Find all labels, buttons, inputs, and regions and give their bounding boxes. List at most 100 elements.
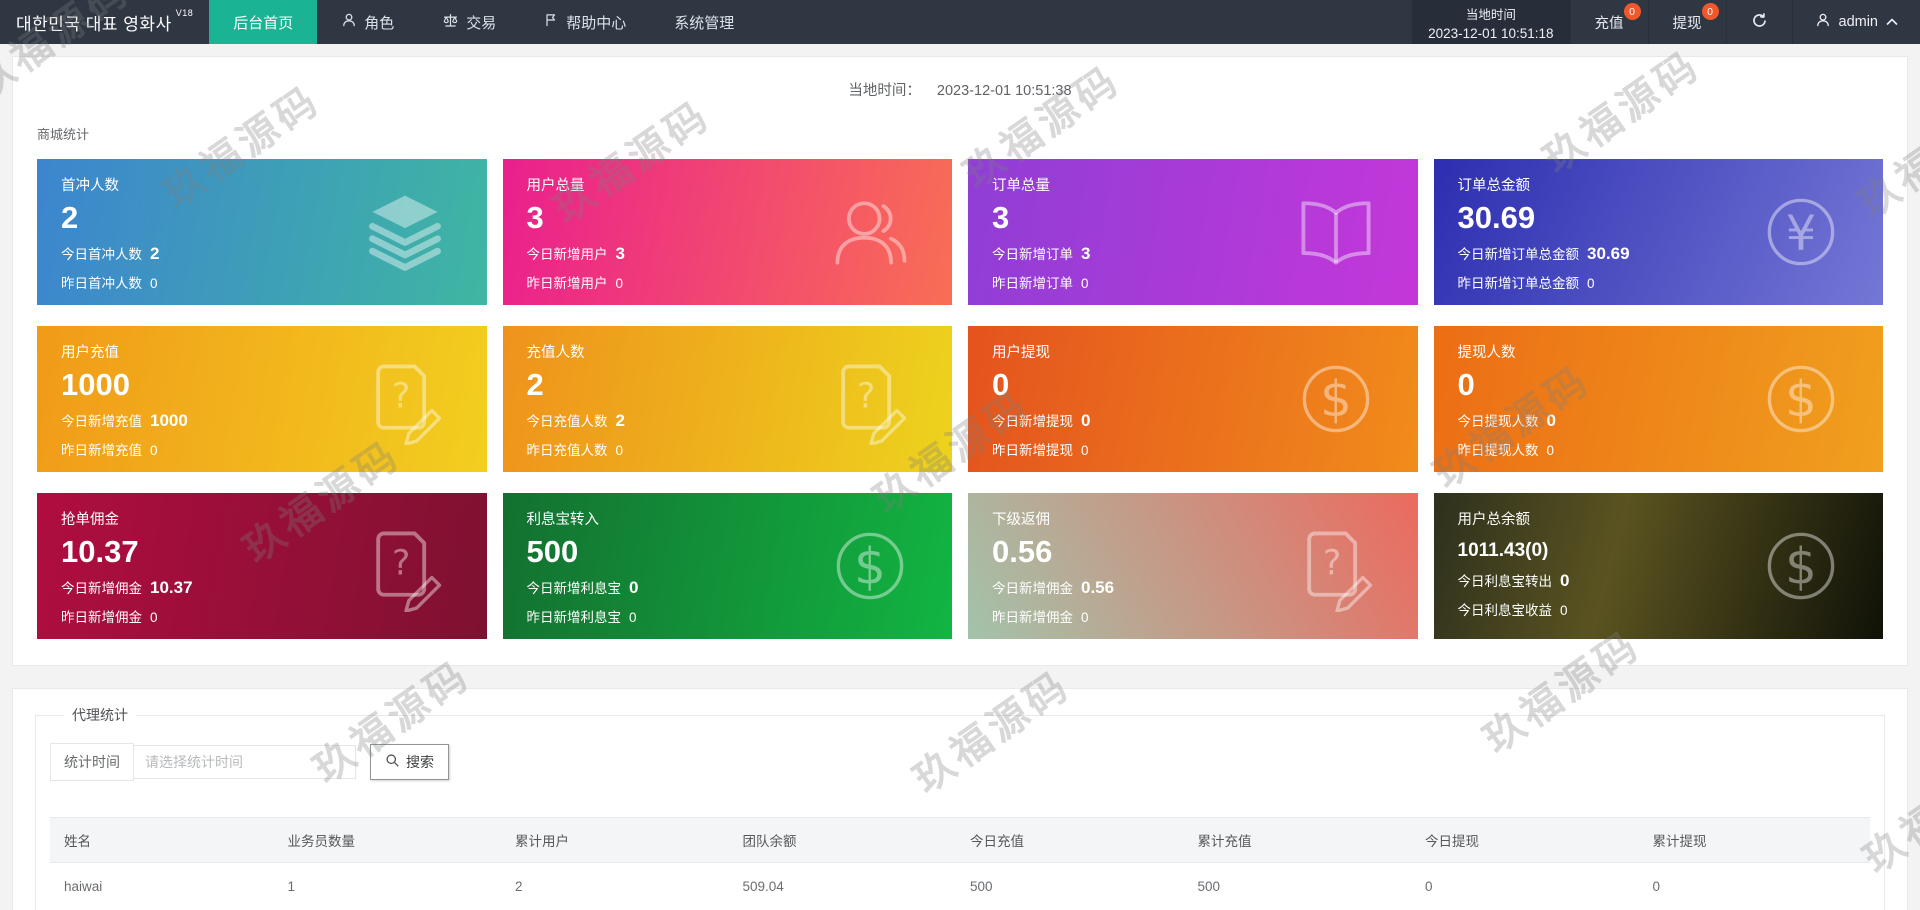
stat-card-total-order-amount: 订单总金额 30.69 今日新增订单总金额 30.69 昨日新增订单总金额 0 ¥ [1433,159,1883,305]
search-button[interactable]: 搜索 [370,744,449,780]
card-line-value: 0 [615,276,624,292]
card-line-value: 0 [629,578,639,598]
stat-card-interest-transfer-in: 利息宝转入 500 今日新增利息宝 0 昨日新增利息宝 0 $ [502,493,952,639]
dollar-circle-icon: $ [1767,365,1835,433]
topbar: 대한민국 대표 영화사 V18 后台首页 角色 交易 帮助中心 系统管理 当地时… [0,0,1920,44]
local-time-line: 当地时间： 2023-12-01 10:51:38 [37,73,1883,102]
stat-card-order-commission: 抢单佣金 10.37 今日新增佣金 10.37 昨日新增佣金 0 ? [37,493,487,639]
search-button-label: 搜索 [406,754,434,770]
card-line-label: 昨日新增订单 [992,276,1073,292]
table-header-row: 姓名 业务员数量 累计用户 团队余额 今日充值 累计充值 今日提现 累计提现 [50,817,1870,863]
card-line-label: 今日首冲人数 [61,247,142,263]
svg-text:?: ? [1323,544,1341,584]
card-line-label: 昨日新增提现 [992,443,1073,459]
cell-name: haiwai [50,862,278,910]
card-line-value: 0 [1081,411,1091,431]
card-line-value: 0 [150,610,158,626]
cell-team-balance: 509.04 [732,862,960,910]
card-line-label: 昨日首冲人数 [61,276,142,292]
document-edit-icon: ? [841,364,907,445]
col-header-today-recharge: 今日充值 [960,817,1188,863]
nav-item-help-center[interactable]: 帮助中心 [520,0,650,44]
mall-statistics-panel: 当地时间： 2023-12-01 10:51:38 商城统计 首冲人数 2 今日首… [12,56,1908,666]
document-edit-icon: ? [375,364,441,445]
stat-card-subordinate-rebate: 下级返佣 0.56 今日新增佣金 0.56 昨日新增佣金 0 ? [968,493,1418,639]
svg-text:$: $ [1785,370,1817,428]
nav-item-label: 后台首页 [233,14,294,32]
topbar-local-time: 当地时间 2023-12-01 10:51:18 [1412,0,1570,44]
card-line-label: 昨日新增充值 [61,443,142,459]
main-nav: 后台首页 角色 交易 帮助中心 系统管理 [209,0,758,44]
recharge-label: 充值 [1594,15,1624,32]
svg-text:$: $ [854,537,886,595]
card-line-label: 今日新增佣金 [61,581,142,597]
card-line-value: 0 [615,443,624,459]
col-header-salesmen-count: 业务员数量 [277,817,505,863]
agent-statistics-fieldset: 代理统计 统计时间 搜索 姓名 业务员数量 累计用户 团队余额 今日充值 累计充… [35,705,1885,910]
card-line-value: 10.37 [150,578,193,598]
refresh-button[interactable] [1725,0,1792,44]
card-line-label: 今日新增佣金 [992,581,1073,597]
cell-total-withdraw: 0 [1642,862,1870,910]
scales-icon [442,12,459,33]
nav-item-label: 交易 [466,14,497,32]
card-line-label: 今日利息宝收益 [1457,602,1553,618]
cell-today-withdraw: 0 [1415,862,1643,910]
chevron-up-icon [1886,14,1898,30]
card-line-value: 0 [1560,570,1570,590]
agent-statistics-table: 姓名 业务员数量 累计用户 团队余额 今日充值 累计充值 今日提现 累计提现 h… [50,817,1870,910]
svg-text:?: ? [392,544,410,584]
flag-icon [544,12,559,32]
nav-item-roles[interactable]: 角色 [317,0,418,44]
card-line-label: 今日新增用户 [526,247,608,263]
card-line-label: 今日新增订单 [992,247,1073,263]
svg-text:¥: ¥ [1786,206,1816,261]
stat-card-user-recharge: 用户充值 1000 今日新增充值 1000 昨日新增充值 0 ? [37,326,487,472]
card-line-value: 0 [150,443,158,459]
card-line-value: 3 [615,244,625,264]
card-line-label: 昨日新增订单总金额 [1457,276,1580,292]
stat-card-user-total-balance: 用户总余额 1011.43(0) 今日利息宝转出 0 今日利息宝收益 0 $ [1433,493,1883,639]
search-icon [385,753,400,771]
user-icon [341,12,357,32]
dollar-circle-icon: $ [1302,365,1369,433]
card-line-value: 2 [615,411,625,431]
nav-item-dashboard[interactable]: 后台首页 [209,0,318,44]
cell-total-users: 2 [505,862,733,910]
col-header-team-balance: 团队余额 [732,817,960,863]
document-edit-icon: ? [375,531,441,612]
card-line-label: 今日新增利息宝 [526,581,622,597]
agent-search-form: 统计时间 搜索 [50,743,1870,781]
table-row: haiwai 1 2 509.04 500 500 0 0 [50,862,1870,910]
recharge-button[interactable]: 充值 0 [1569,0,1648,44]
stat-time-input[interactable] [134,745,356,779]
svg-text:$: $ [1785,537,1817,595]
users-icon [835,201,907,265]
card-line-label: 昨日新增利息宝 [526,610,622,626]
agent-statistics-panel: 代理统计 统计时间 搜索 姓名 业务员数量 累计用户 团队余额 今日充值 累计充… [12,688,1908,910]
person-icon [1815,12,1831,32]
withdraw-button[interactable]: 提现 0 [1647,0,1726,44]
cell-total-recharge: 500 [1187,862,1415,910]
app-version: V18 [175,8,194,18]
card-line-label: 昨日新增佣金 [992,610,1073,626]
admin-menu[interactable]: admin [1791,0,1920,44]
dollar-circle-icon: $ [1767,532,1835,600]
local-time-value: 2023-12-01 10:51:18 [1428,25,1554,41]
stat-card-total-users: 用户总量 3 今日新增用户 3 昨日新增用户 0 [502,159,952,305]
stat-cards-grid: 首冲人数 2 今日首冲人数 2 昨日首冲人数 0 用户总量 3 今日新增用户 3 昨日… [37,159,1883,639]
card-line-label: 今日新增充值 [61,414,142,430]
recharge-badge: 0 [1623,3,1641,20]
cell-salesmen-count: 1 [277,862,505,910]
card-line-label: 昨日新增佣金 [61,610,142,626]
withdraw-label: 提现 [1672,15,1702,32]
document-edit-icon: ? [1306,531,1372,612]
stat-card-total-orders: 订单总量 3 今日新增订单 3 昨日新增订单 0 [968,159,1418,305]
card-line-value: 0 [150,276,158,292]
col-header-name: 姓名 [50,817,278,863]
card-line-label: 今日提现人数 [1457,414,1539,430]
nav-item-system-management[interactable]: 系统管理 [650,0,758,44]
card-line-value: 0 [1546,443,1555,459]
nav-item-trade[interactable]: 交易 [418,0,520,44]
stat-card-recharge-users: 充值人数 2 今日充值人数 2 昨日充值人数 0 ? [502,326,952,472]
